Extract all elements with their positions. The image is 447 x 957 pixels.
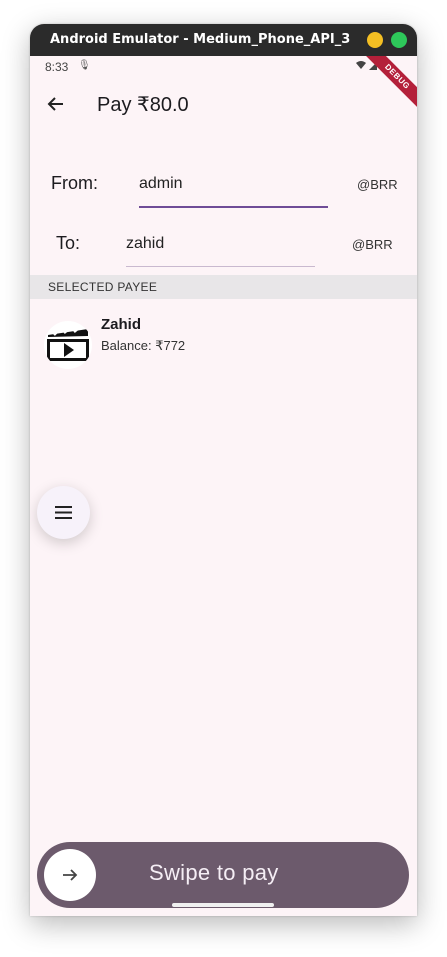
from-underline [139,206,328,208]
to-input[interactable] [126,229,316,259]
to-suffix: @BRR [352,237,393,252]
from-label: From: [51,173,98,193]
mic-icon: 🎙 [78,60,91,71]
clapperboard-play-icon [44,321,92,369]
swipe-handle[interactable] [44,849,96,901]
from-row: From: @BRR [30,161,417,211]
swipe-label: Swipe to pay [149,860,279,885]
status-bar: 8:33 🎙 DEBUG [30,56,417,118]
section-header: SELECTED PAYEE [30,275,417,299]
minimize-button[interactable] [367,32,383,48]
menu-fab[interactable] [37,486,90,539]
to-label: To: [56,233,81,253]
payee-balance: Balance: ₹772 [101,338,186,353]
phone-screen: 8:33 🎙 DEBUG Pay ₹80.0 From: admin @BRR … [30,56,417,916]
window-titlebar: Android Emulator - Medium_Phone_API_35:.… [30,24,417,56]
maximize-button[interactable] [391,32,407,48]
emulator-window: Android Emulator - Medium_Phone_API_35:.… [30,24,417,916]
payee-list-item[interactable]: Zahid Balance: ₹772 [30,316,417,376]
to-row: To: @BRR [30,221,417,271]
to-underline [126,266,315,267]
arrow-right-icon [63,869,78,881]
back-arrow-icon[interactable] [42,90,70,118]
status-time: 8:33 [45,60,69,74]
window-title: Android Emulator - Medium_Phone_API_35:.… [50,32,350,47]
from-input[interactable] [139,169,329,199]
app-bar: Pay ₹80.0 [30,86,417,126]
payee-name: Zahid [101,316,141,333]
page-title: Pay ₹80.0 [97,94,189,116]
section-header-label: SELECTED PAYEE [48,280,158,294]
menu-icon [55,506,72,519]
home-indicator[interactable] [172,903,274,907]
swipe-to-pay-slider[interactable]: Swipe to pay [37,842,409,908]
from-suffix: @BRR [357,177,398,192]
